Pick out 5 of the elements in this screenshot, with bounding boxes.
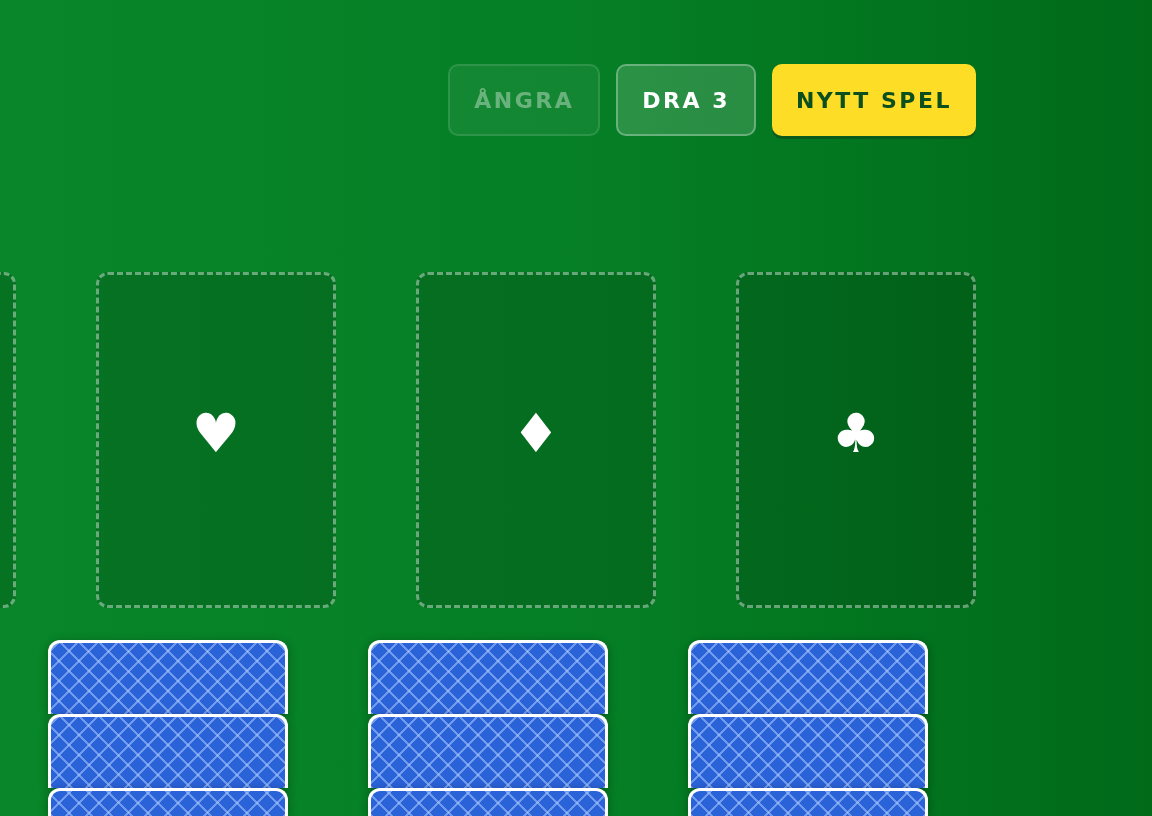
suit-symbol: ♥ bbox=[191, 407, 241, 461]
suit-symbol: ♦ bbox=[511, 407, 561, 461]
toolbar-button[interactable]: DRA 3 bbox=[616, 64, 756, 136]
new-game-button[interactable]: NYTT SPEL bbox=[771, 64, 976, 136]
suit-symbol: ♣ bbox=[831, 407, 881, 461]
